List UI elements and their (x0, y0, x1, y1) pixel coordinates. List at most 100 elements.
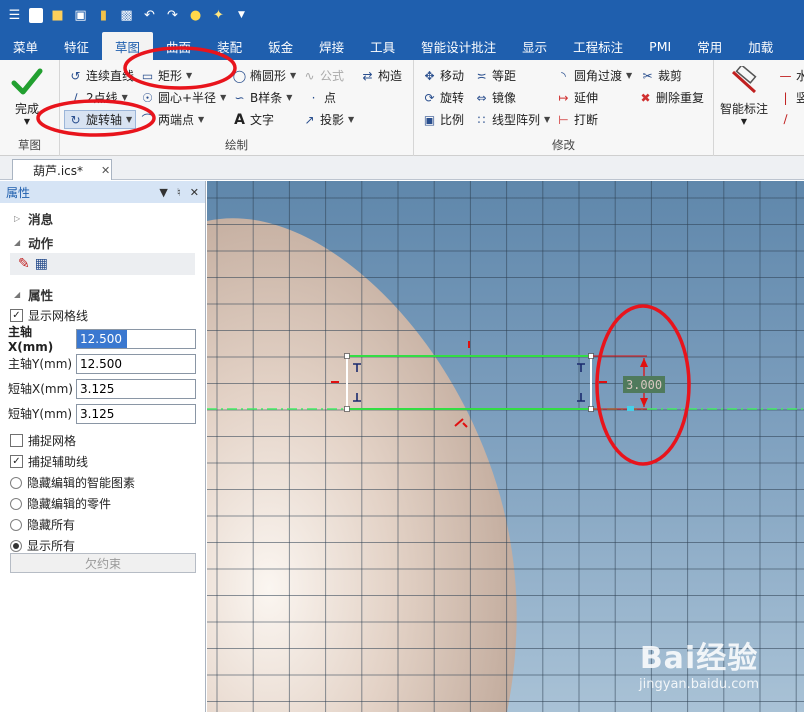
rotation-axis-button[interactable]: ↻ 旋转轴 ▼ (64, 110, 137, 129)
hide-smart-radio[interactable]: 隐藏编辑的智能图素 (0, 472, 205, 493)
ellipse-button[interactable]: ◯ 椭圆形 ▼ (232, 67, 296, 84)
endpoint[interactable] (344, 406, 350, 412)
rectangle-button[interactable]: ▭ 矩形 ▼ (140, 67, 192, 84)
document-tab[interactable]: 葫芦.ics* ✕ (12, 159, 112, 180)
major-x-input[interactable] (76, 328, 196, 349)
dimension-value[interactable]: 3.000 (626, 378, 662, 392)
minor-y-input[interactable] (76, 403, 196, 424)
done-dropdown-icon[interactable]: ▼ (24, 117, 30, 126)
quick-access-dropdown-icon[interactable]: ▼ (233, 7, 250, 24)
menu-item[interactable]: 加载 (735, 32, 786, 60)
ellipse-dropdown-icon[interactable]: ▼ (290, 71, 296, 80)
light-bulb-icon[interactable]: ● (187, 7, 204, 24)
smart-dimension-dropdown-icon[interactable]: ▼ (741, 117, 747, 126)
menu-item[interactable]: 装配 (204, 32, 255, 60)
sparkle-icon[interactable]: ✦ (210, 7, 227, 24)
menu-item[interactable]: 常用 (684, 32, 735, 60)
continuous-line-button[interactable]: ↺ 连续直线 (68, 67, 134, 84)
scale-button[interactable]: ▣ 比例 (422, 111, 464, 128)
break-button[interactable]: ⊢ 打断 (556, 111, 598, 128)
rotation-axis-dropdown-icon[interactable]: ▼ (126, 115, 132, 124)
menu-item[interactable]: 曲面 (153, 32, 204, 60)
edit-action-icon[interactable]: ✎ (18, 256, 30, 272)
fillet-button[interactable]: ◝ 圆角过渡 ▼ (556, 67, 632, 84)
panel-menu-icon[interactable]: ▼ (159, 186, 167, 199)
construct-button[interactable]: ⇄ 构造 (360, 67, 402, 84)
two-point-line-button[interactable]: ∕ 2点线 ▼ (68, 89, 128, 106)
more-dimension-button[interactable]: ∕ (778, 111, 793, 126)
text-button[interactable]: A 文字 (232, 111, 274, 128)
mirror-button[interactable]: ⇔ 镜像 (474, 89, 516, 106)
center-radius-button[interactable]: ☉ 圆心+半径 ▼ (140, 89, 226, 106)
folder-icon[interactable]: ▮ (95, 7, 112, 24)
panel-header: 属性 ▼ ♮ ✕ (0, 181, 205, 203)
equidistant-button[interactable]: ≍ 等距 (474, 67, 516, 84)
horizontal-button[interactable]: — 水 (778, 67, 804, 84)
two-point-line-dropdown-icon[interactable]: ▼ (122, 93, 128, 102)
new-file-icon[interactable] (29, 7, 43, 23)
menu-item[interactable]: 特征 (51, 32, 102, 60)
vertical-button[interactable]: | 竖 (778, 89, 804, 106)
rotation-axis-icon: ↻ (70, 112, 81, 127)
circle-icon: ☉ (142, 90, 153, 105)
menu-item[interactable]: 草图 (102, 32, 154, 60)
close-panel-icon[interactable]: ✕ (190, 186, 199, 199)
hide-parts-radio[interactable]: 隐藏编辑的零件 (0, 493, 205, 514)
perpendicular-constraint-icon[interactable] (577, 393, 585, 402)
linear-array-button[interactable]: ∷ 线型阵列 ▼ (474, 111, 551, 128)
vertical-icon: | (783, 90, 788, 105)
snap-grid-checkbox[interactable]: 捕捉网格 (0, 430, 205, 451)
undo-icon[interactable]: ↶ (141, 7, 158, 24)
export-icon[interactable]: ▣ (72, 7, 89, 24)
formula-button[interactable]: ∿ 公式 (302, 67, 344, 84)
section-messages[interactable]: ▷ 消息 (0, 207, 205, 229)
section-actions[interactable]: ◢ 动作 (0, 231, 205, 253)
move-icon: ✥ (424, 68, 435, 83)
bspline-dropdown-icon[interactable]: ▼ (286, 93, 292, 102)
linear-array-dropdown-icon[interactable]: ▼ (544, 115, 550, 124)
bspline-button[interactable]: ∽ B样条 ▼ (232, 89, 292, 106)
rotate-button[interactable]: ⟳ 旋转 (422, 89, 464, 106)
done-button[interactable]: 完成 ▼ (10, 66, 44, 126)
endpoint[interactable] (588, 406, 594, 412)
two-points-arc-button[interactable]: ⌒ 两端点 ▼ (140, 111, 204, 128)
menu-bar: 菜单 特征 草图 曲面 装配 钣金 焊接 工具 智能设计批注 显示 工程标注 PMI 常用 加载 (0, 30, 804, 60)
pin-icon[interactable]: ♮ (177, 186, 181, 199)
table-action-icon[interactable]: ▦ (35, 256, 48, 272)
menu-item[interactable]: PMI (636, 32, 684, 60)
center-radius-dropdown-icon[interactable]: ▼ (220, 93, 226, 102)
perpendicular-constraint-icon[interactable] (577, 363, 585, 372)
extend-button[interactable]: ↦ 延伸 (556, 89, 598, 106)
menu-item[interactable]: 菜单 (0, 32, 51, 60)
open-icon[interactable]: ■ (49, 7, 66, 24)
projection-button[interactable]: ↗ 投影 ▼ (302, 111, 354, 128)
rectangle-dropdown-icon[interactable]: ▼ (186, 71, 192, 80)
menu-item[interactable]: 工具 (357, 32, 408, 60)
menu-item[interactable]: 钣金 (255, 32, 306, 60)
endpoint[interactable] (588, 353, 594, 359)
fillet-dropdown-icon[interactable]: ▼ (626, 71, 632, 80)
menu-item[interactable]: 智能设计批注 (408, 32, 509, 60)
close-tab-icon[interactable]: ✕ (101, 164, 110, 177)
hide-all-radio[interactable]: 隐藏所有 (0, 514, 205, 535)
point-button[interactable]: · 点 (306, 89, 336, 106)
projection-dropdown-icon[interactable]: ▼ (348, 115, 354, 124)
move-button[interactable]: ✥ 移动 (422, 67, 464, 84)
menu-item[interactable]: 显示 (509, 32, 560, 60)
trim-button[interactable]: ✂ 裁剪 (640, 67, 682, 84)
two-points-dropdown-icon[interactable]: ▼ (198, 115, 204, 124)
menu-item[interactable]: 工程标注 (560, 32, 636, 60)
smart-dimension-button[interactable]: 智能标注 ▼ (720, 66, 768, 126)
delete-duplicate-button[interactable]: ✖ 删除重复 (638, 89, 704, 106)
save-icon[interactable]: ▩ (118, 7, 135, 24)
redo-icon[interactable]: ↷ (164, 7, 181, 24)
spline-icon: ∽ (234, 90, 245, 105)
snap-aux-checkbox[interactable]: ✓ 捕捉辅助线 (0, 451, 205, 472)
section-properties[interactable]: ◢ 属性 (0, 283, 205, 305)
under-constrained-button[interactable]: 欠约束 (10, 553, 196, 573)
endpoint[interactable] (344, 353, 350, 359)
major-y-input[interactable] (76, 353, 196, 374)
menu-item[interactable]: 焊接 (306, 32, 357, 60)
sketch-viewport[interactable]: 3.000 Bai经验 jingyan.baidu.com (207, 181, 804, 712)
minor-x-input[interactable] (76, 378, 196, 399)
